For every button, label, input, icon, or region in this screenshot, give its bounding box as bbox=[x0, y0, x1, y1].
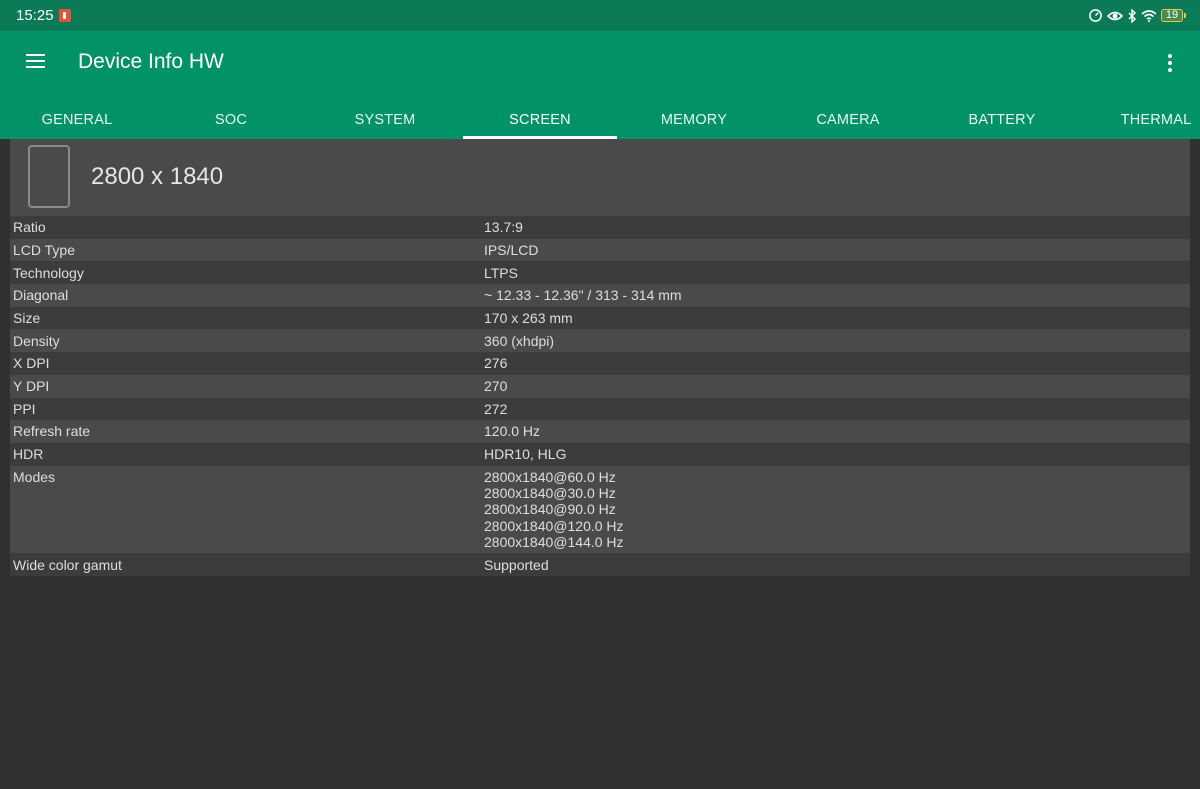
info-key: Ratio bbox=[13, 219, 46, 236]
status-bar: 15:25 19 bbox=[0, 0, 1200, 31]
info-row-ratio: Ratio 13.7:9 bbox=[10, 216, 1190, 239]
tab-screen[interactable]: SCREEN bbox=[463, 100, 617, 139]
info-value: 360 (xhdpi) bbox=[484, 332, 555, 349]
info-key: Modes bbox=[13, 468, 56, 485]
screen-resolution: 2800 x 1840 bbox=[91, 163, 224, 190]
info-row-technology: Technology LTPS bbox=[10, 261, 1190, 285]
info-value: 120.0 Hz bbox=[484, 423, 541, 440]
info-key: PPI bbox=[13, 400, 36, 417]
tab-memory[interactable]: MEMORY bbox=[617, 100, 771, 139]
tab-camera[interactable]: CAMERA bbox=[771, 100, 925, 139]
info-value: ~ 12.33 - 12.36" / 313 - 314 mm bbox=[484, 287, 682, 304]
tab-system[interactable]: SYSTEM bbox=[308, 100, 462, 139]
app-bar: Device Info HW GENERAL SOC SYSTEM SCREEN… bbox=[0, 31, 1200, 139]
status-time: 15:25 bbox=[16, 7, 54, 24]
info-key: Diagonal bbox=[13, 287, 69, 304]
battery-icon: 19 bbox=[1161, 9, 1186, 22]
info-row-y-dpi: Y DPI 270 bbox=[10, 374, 1190, 398]
hamburger-menu-icon[interactable] bbox=[15, 41, 55, 81]
tab-soc[interactable]: SOC bbox=[154, 100, 308, 139]
info-key: Technology bbox=[13, 264, 84, 281]
bluetooth-icon bbox=[1128, 8, 1136, 23]
info-value: 13.7:9 bbox=[484, 219, 523, 236]
mode-item: 2800x1840@60.0 Hz bbox=[484, 468, 616, 485]
info-key: Wide color gamut bbox=[13, 556, 122, 573]
info-value: Supported bbox=[484, 556, 549, 573]
info-row-x-dpi: X DPI 276 bbox=[10, 352, 1190, 375]
mode-item: 2800x1840@120.0 Hz bbox=[484, 517, 624, 534]
info-key: X DPI bbox=[13, 355, 50, 372]
resolution-header: 2800 x 1840 bbox=[10, 139, 1190, 216]
info-row-size: Size 170 x 263 mm bbox=[10, 306, 1190, 330]
info-row-refresh-rate: Refresh rate 120.0 Hz bbox=[10, 420, 1190, 443]
info-value-list: 2800x1840@60.0 Hz 2800x1840@30.0 Hz 2800… bbox=[484, 469, 1190, 550]
tab-thermal[interactable]: THERMAL bbox=[1079, 100, 1200, 139]
info-row-ppi: PPI 272 bbox=[10, 397, 1190, 421]
info-row-diagonal: Diagonal ~ 12.33 - 12.36" / 313 - 314 mm bbox=[10, 284, 1190, 307]
tab-battery[interactable]: BATTERY bbox=[925, 100, 1079, 139]
wifi-icon bbox=[1141, 10, 1157, 22]
info-key: Y DPI bbox=[13, 378, 50, 395]
info-row-density: Density 360 (xhdpi) bbox=[10, 329, 1190, 353]
mode-item: 2800x1840@90.0 Hz bbox=[484, 501, 616, 518]
tablet-outline-icon bbox=[28, 145, 70, 208]
info-value: 170 x 263 mm bbox=[484, 310, 573, 327]
info-key: HDR bbox=[13, 446, 44, 463]
info-row-wide-color-gamut: Wide color gamut Supported bbox=[10, 553, 1190, 577]
mode-item: 2800x1840@144.0 Hz bbox=[484, 534, 624, 551]
speedometer-icon bbox=[1089, 9, 1102, 22]
info-key: Size bbox=[13, 310, 41, 327]
more-vert-icon[interactable] bbox=[1158, 51, 1182, 75]
app-title: Device Info HW bbox=[78, 50, 224, 73]
info-value: LTPS bbox=[484, 264, 518, 281]
info-value: IPS/LCD bbox=[484, 241, 539, 258]
info-row-lcd-type: LCD Type IPS/LCD bbox=[10, 238, 1190, 262]
info-value: 272 bbox=[484, 400, 508, 417]
info-row-modes: Modes 2800x1840@60.0 Hz 2800x1840@30.0 H… bbox=[10, 465, 1190, 554]
info-value: HDR10, HLG bbox=[484, 446, 567, 463]
info-value: 276 bbox=[484, 355, 508, 372]
screen-record-icon bbox=[58, 9, 71, 22]
tab-bar: GENERAL SOC SYSTEM SCREEN MEMORY CAMERA … bbox=[0, 100, 1200, 139]
eye-icon bbox=[1107, 11, 1123, 20]
battery-level: 19 bbox=[1161, 9, 1183, 22]
mode-item: 2800x1840@30.0 Hz bbox=[484, 485, 616, 502]
info-key: Refresh rate bbox=[13, 423, 91, 440]
info-value: 270 bbox=[484, 378, 508, 395]
screen-info-panel: 2800 x 1840 Ratio 13.7:9 LCD Type IPS/LC… bbox=[10, 139, 1190, 577]
status-left: 15:25 bbox=[16, 7, 71, 24]
info-key: LCD Type bbox=[13, 241, 75, 258]
info-row-hdr: HDR HDR10, HLG bbox=[10, 442, 1190, 466]
tab-general[interactable]: GENERAL bbox=[0, 100, 154, 139]
status-right: 19 bbox=[1088, 8, 1186, 23]
info-key: Density bbox=[13, 332, 60, 349]
